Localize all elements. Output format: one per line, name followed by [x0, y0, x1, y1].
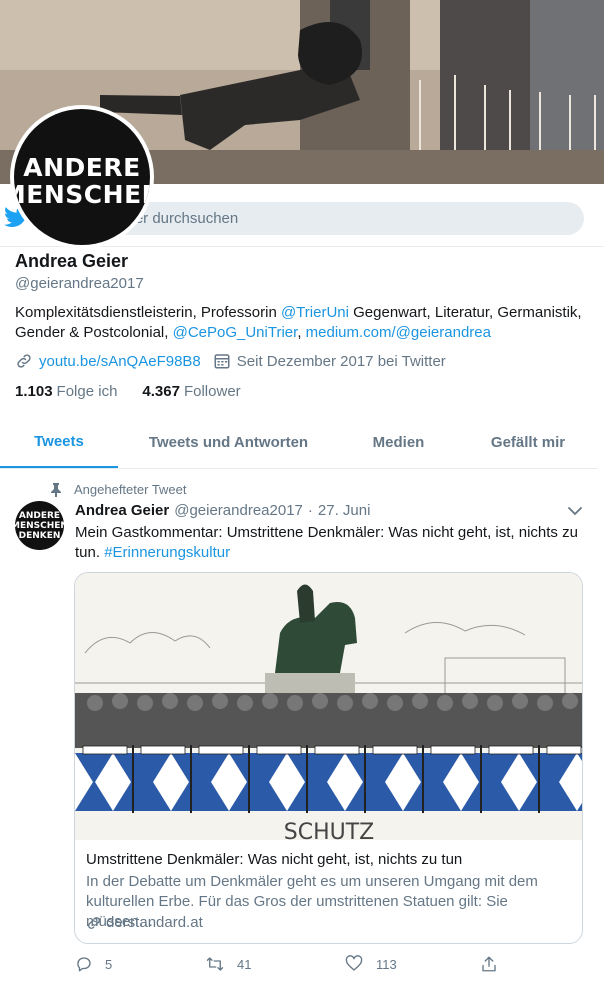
pin-icon [51, 482, 61, 497]
card-domain-text: derstandard.at [106, 914, 203, 931]
profile-bio: Komplexitätsdienstleisterin, Professorin… [15, 303, 590, 343]
profile-avatar[interactable]: ANDERE MENSCHEN [10, 105, 154, 249]
card-domain: derstandard.at [86, 914, 203, 931]
profile-handle: @geierandrea2017 [15, 275, 144, 292]
tab-likes[interactable]: Gefällt mir [458, 417, 598, 468]
following-label[interactable]: Folge ich [57, 383, 118, 400]
bio-link-medium[interactable]: medium.com/@geierandrea [306, 324, 491, 341]
followers-label[interactable]: Follower [184, 383, 241, 400]
cartoon-illustration: SCHUTZ [75, 573, 582, 845]
pinned-text: Angehefteter Tweet [74, 482, 187, 497]
retweet-icon [206, 957, 224, 971]
search-input[interactable] [104, 210, 524, 227]
retweet-count: 41 [237, 956, 252, 972]
profile-tabs: Tweets Tweets und Antworten Medien Gefäl… [0, 417, 598, 469]
reply-count: 5 [105, 956, 113, 972]
tweet-header: Andrea Geier @geierandrea2017 · 27. Juni [75, 502, 371, 519]
bio-mention-cepog[interactable]: @CePoG_UniTrier [173, 324, 298, 341]
followers-count[interactable]: 4.367 [142, 383, 180, 400]
link-preview-card[interactable]: SCHUTZ Umstrittene Denkmäler: Was nicht … [74, 572, 583, 944]
retweet-button[interactable]: 41 [205, 955, 251, 973]
profile-website-link[interactable]: youtu.be/sAnQAeF98B8 [39, 353, 201, 370]
profile-name: Andrea Geier [15, 251, 129, 271]
pinned-tweet-label: Angehefteter Tweet [50, 482, 187, 497]
link-icon [88, 916, 100, 929]
tweet-avatar-line: MENSCHEN [11, 520, 68, 531]
reply-icon [77, 957, 91, 972]
tweet-avatar-line: ANDERE [18, 510, 61, 521]
tweet-hashtag[interactable]: #Erinnerungskultur [104, 544, 230, 561]
share-icon [482, 956, 496, 972]
profile-meta: youtu.be/sAnQAeF98B8 Seit Dezember 2017 … [15, 352, 446, 370]
tweet-date[interactable]: 27. Juni [318, 502, 371, 519]
calendar-icon [214, 354, 230, 369]
heart-icon [345, 955, 363, 971]
chevron-down-icon[interactable] [567, 505, 583, 517]
tab-tweets-and-replies[interactable]: Tweets und Antworten [118, 417, 339, 468]
bio-text: Komplexitätsdienstleisterin, Professorin [15, 304, 281, 321]
bio-mention-trieruni[interactable]: @TrierUni [281, 304, 349, 321]
tweet-text: Mein Gastkommentar: Umstrittene Denkmäle… [75, 523, 585, 563]
card-image-caption: SCHUTZ [284, 820, 374, 840]
tweet-avatar[interactable]: ANDERE MENSCHEN DENKEN [11, 501, 68, 550]
tab-media[interactable]: Medien [339, 417, 458, 468]
avatar-text-line1: ANDERE [23, 153, 141, 182]
like-count: 113 [376, 956, 397, 972]
like-button[interactable]: 113 [344, 955, 397, 973]
avatar-text-line2: MENSCHEN [14, 180, 150, 209]
reply-button[interactable]: 5 [75, 955, 112, 973]
tweet-avatar-line: DENKEN [18, 530, 61, 541]
profile-joined-date: Seit Dezember 2017 bei Twitter [236, 352, 446, 370]
tweet-author-name[interactable]: Andrea Geier [75, 502, 169, 519]
link-icon [17, 354, 31, 368]
share-button[interactable] [480, 955, 510, 973]
bio-text: , [297, 324, 306, 341]
card-image: SCHUTZ [75, 573, 582, 845]
tweet-actions: 5 41 113 [75, 955, 505, 975]
tab-tweets[interactable]: Tweets [0, 417, 118, 468]
scrollbar[interactable] [600, 247, 604, 989]
tweet-author-handle[interactable]: @geierandrea2017 [174, 502, 303, 519]
card-title: Umstrittene Denkmäler: Was nicht geht, i… [86, 851, 463, 868]
profile-stats: 1.103 Folge ich 4.367 Follower [15, 383, 241, 400]
following-count[interactable]: 1.103 [15, 383, 53, 400]
